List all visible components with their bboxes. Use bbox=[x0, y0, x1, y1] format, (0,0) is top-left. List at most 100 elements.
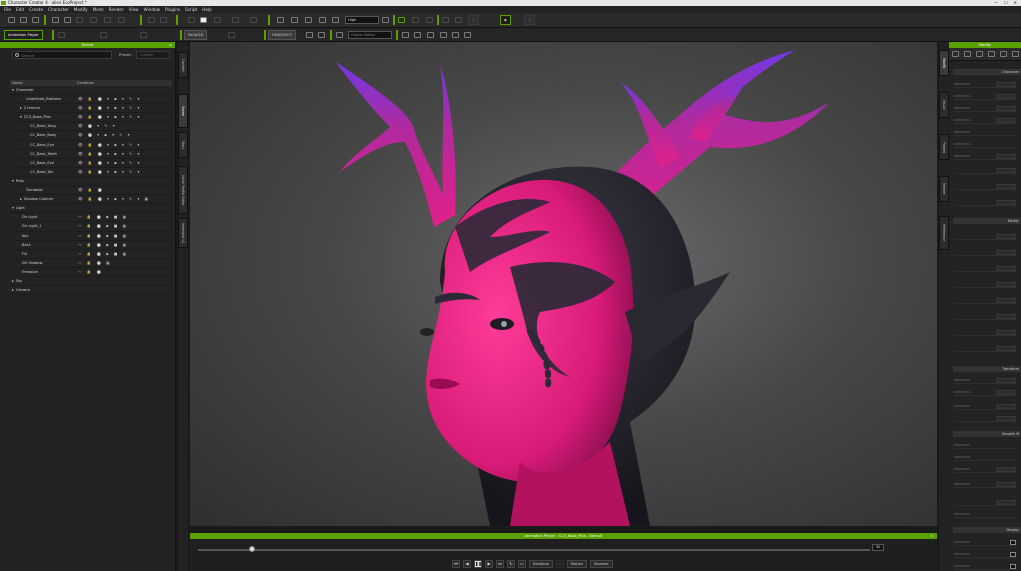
row-visibility-icons[interactable]: 👁 🔒 ⬤ ▾ ▪ ▾ ✎ ▾ bbox=[78, 104, 141, 113]
row-visibility-icons[interactable]: 👁 ⬤ ▾ ▪ ▾ ✎ ▾ bbox=[78, 131, 132, 140]
upload-icon[interactable] bbox=[427, 32, 434, 38]
tab-headshot[interactable]: Headshot v2 bbox=[178, 218, 188, 248]
row-visibility-icons[interactable]: 👁 🔒 ⬤ bbox=[78, 186, 104, 195]
headshot-icon[interactable] bbox=[306, 32, 313, 38]
xray-icon[interactable] bbox=[426, 17, 433, 23]
tree-row[interactable]: ▾ Prop bbox=[10, 177, 172, 187]
preset-select[interactable]: Custom bbox=[136, 51, 170, 59]
menu-file[interactable]: File bbox=[0, 6, 14, 13]
scale-icon[interactable] bbox=[250, 17, 257, 23]
tab-content[interactable]: Content bbox=[178, 52, 188, 78]
row-visibility-icons[interactable]: 〰 🔒 ⬤ ▦ bbox=[78, 259, 112, 268]
tree-row[interactable]: Dir Shadow 〰 🔒 ⬤ ▦ bbox=[10, 259, 172, 268]
section-character[interactable]: Character bbox=[953, 69, 1021, 75]
select-icon[interactable] bbox=[188, 17, 195, 23]
tree-row[interactable]: Key 〰 🔒 ⬤ ▪ ■ ▦ bbox=[10, 232, 172, 241]
row-visibility-icons[interactable]: 👁 🔒 ⬤ ▾ ▪ ▾ ✎ ▾ bbox=[78, 141, 141, 150]
settings-icon[interactable] bbox=[318, 32, 325, 38]
rotate-icon[interactable] bbox=[232, 17, 239, 23]
expand-arrow-icon[interactable]: ▾ bbox=[20, 115, 22, 119]
new-file-icon[interactable] bbox=[8, 17, 15, 23]
skip-end-icon[interactable]: ⏭ bbox=[496, 559, 504, 568]
realtime-button[interactable]: Realtime bbox=[529, 559, 553, 568]
skip-start-icon[interactable]: ⏮ bbox=[452, 559, 460, 568]
frame-icon[interactable] bbox=[291, 17, 298, 23]
more-icon[interactable] bbox=[1012, 51, 1019, 57]
expand-arrow-icon[interactable]: ▾ bbox=[12, 179, 14, 183]
render-mode-icon[interactable] bbox=[332, 17, 339, 23]
tree-row[interactable]: ▾ CC3_Base_Plus 👁 🔒 ⬤ ▾ ▪ ▾ ✎ ▾ bbox=[10, 113, 172, 123]
grid-icon[interactable] bbox=[305, 17, 312, 23]
row-visibility-icons[interactable]: 👁 🔒 ⬤ ▾ ▪ ▾ ✎ ▾ bbox=[78, 113, 141, 122]
row-visibility-icons[interactable]: 👁 🔒 ⬤ ▾ ▪ ▾ ✎ ▾ bbox=[78, 95, 141, 104]
section-display[interactable]: Display bbox=[953, 527, 1021, 533]
move-icon[interactable] bbox=[214, 17, 221, 23]
gear-icon[interactable] bbox=[464, 32, 471, 38]
tab-visual[interactable]: Visual bbox=[939, 92, 949, 118]
tree-row[interactable]: CC_Base_Tong 👁 ⬤ ▾ ✎ ▾ bbox=[10, 122, 172, 132]
origin-search-input[interactable]: Origin: Defau bbox=[348, 31, 392, 39]
tree-row[interactable]: Dir Light 〰 🔒 ⬤ ▪ ■ ▦ bbox=[10, 213, 172, 223]
tab-facial-profile-editor[interactable]: Facial Profile Editor bbox=[178, 166, 188, 214]
menu-window[interactable]: Window bbox=[141, 6, 163, 13]
section-transform[interactable]: Transform bbox=[953, 366, 1021, 372]
prev-frame-icon[interactable]: ◀ bbox=[463, 559, 471, 568]
gear-icon[interactable] bbox=[118, 17, 125, 23]
home-icon[interactable] bbox=[277, 17, 284, 23]
menu-character[interactable]: Character bbox=[46, 6, 72, 13]
material-icon[interactable] bbox=[988, 51, 995, 57]
tree-row[interactable]: CC_Base_Ton 👁 🔒 ⬤ ▾ ▪ ▾ ✎ ▾ bbox=[10, 168, 172, 177]
download-icon[interactable] bbox=[440, 32, 447, 38]
scene-search-input[interactable] bbox=[12, 51, 112, 59]
morph-icon[interactable] bbox=[976, 51, 983, 57]
tree-row[interactable]: CC_Base_Body 👁 ⬤ ▾ ▪ ▾ ✎ ▾ bbox=[10, 131, 172, 141]
tree-row[interactable]: ▸ Camera bbox=[10, 286, 172, 296]
tree-row[interactable]: Emissive 〰 🔒 ⬤ bbox=[10, 268, 172, 277]
frame-field[interactable]: 30 bbox=[872, 544, 884, 551]
expand-arrow-icon[interactable]: ▸ bbox=[20, 197, 22, 201]
row-visibility-icons[interactable]: 👁 ⬤ ▾ ✎ ▾ bbox=[78, 122, 117, 131]
row-visibility-icons[interactable]: 〰 🔒 ⬤ ▪ ■ ▦ bbox=[78, 232, 128, 241]
tab-modify[interactable]: Modify bbox=[939, 50, 949, 76]
tree-row[interactable]: Dir Light_1 〰 🔒 ⬤ ▪ ■ ▦ bbox=[10, 222, 172, 232]
row-visibility-icons[interactable]: 〰 🔒 ⬤ ▪ ■ ▦ bbox=[78, 222, 128, 231]
pointer-icon[interactable] bbox=[200, 17, 207, 23]
menu-mesh[interactable]: Mesh bbox=[90, 6, 106, 13]
expand-arrow-icon[interactable]: ▸ bbox=[12, 279, 14, 283]
expand-arrow-icon[interactable]: ▾ bbox=[12, 206, 14, 210]
tree-row[interactable]: Undefined_Bottoms 👁 🔒 ⬤ ▾ ▪ ▾ ✎ ▾ bbox=[10, 95, 172, 105]
loop-icon[interactable]: ↻ bbox=[507, 559, 515, 568]
row-visibility-icons[interactable]: 👁 🔒 ⬤ ▾ ▪ ▾ ✎ ▾ ▦ bbox=[78, 195, 150, 204]
plugin-icon[interactable] bbox=[140, 32, 147, 38]
timeline-track[interactable] bbox=[198, 549, 870, 551]
menu-script[interactable]: Script bbox=[183, 6, 200, 13]
option-button[interactable]: ○ bbox=[524, 15, 536, 25]
next-frame-icon[interactable]: ▶ bbox=[485, 559, 493, 568]
reverse-button[interactable]: Reverse bbox=[590, 559, 613, 568]
tree-row[interactable]: Turntable 👁 🔒 ⬤ bbox=[10, 186, 172, 196]
expand-arrow-icon[interactable]: ▸ bbox=[12, 288, 14, 292]
tab-story[interactable]: Story bbox=[178, 132, 188, 158]
tree-row[interactable]: Fill 〰 🔒 ⬤ ▪ ■ ▦ bbox=[10, 250, 172, 259]
section-smooth-mesh[interactable]: Smooth M bbox=[953, 431, 1021, 437]
plugin-icon[interactable] bbox=[58, 32, 65, 38]
sliders-icon[interactable] bbox=[952, 51, 959, 57]
menu-help[interactable]: Help bbox=[200, 6, 215, 13]
3d-viewport[interactable] bbox=[190, 42, 937, 526]
wire-icon[interactable] bbox=[412, 17, 419, 23]
expand-arrow-icon[interactable]: ▸ bbox=[20, 106, 22, 110]
export-icon[interactable] bbox=[64, 17, 71, 23]
menu-modify[interactable]: Modify bbox=[71, 6, 90, 13]
redo-icon[interactable] bbox=[160, 17, 167, 23]
tree-row[interactable]: CC_Base_Teeth 👁 🔒 ⬤ ▾ ▪ ▾ ✎ ▾ bbox=[10, 150, 172, 159]
speed-icon[interactable]: ⌁ bbox=[555, 559, 564, 568]
pivot-icon[interactable] bbox=[336, 32, 343, 38]
tab-scene[interactable]: Scene bbox=[178, 94, 188, 128]
light-icon[interactable] bbox=[382, 17, 389, 23]
section-modify[interactable]: Modify bbox=[953, 218, 1021, 224]
texture-icon[interactable] bbox=[1000, 51, 1007, 57]
menu-view[interactable]: View bbox=[126, 6, 141, 13]
plugin-icon[interactable] bbox=[100, 32, 107, 38]
tree-row[interactable]: ▸ Shadow Catcher 👁 🔒 ⬤ ▾ ▪ ▾ ✎ ▾ ▦ bbox=[10, 195, 172, 205]
light-probe-icon[interactable] bbox=[414, 32, 421, 38]
